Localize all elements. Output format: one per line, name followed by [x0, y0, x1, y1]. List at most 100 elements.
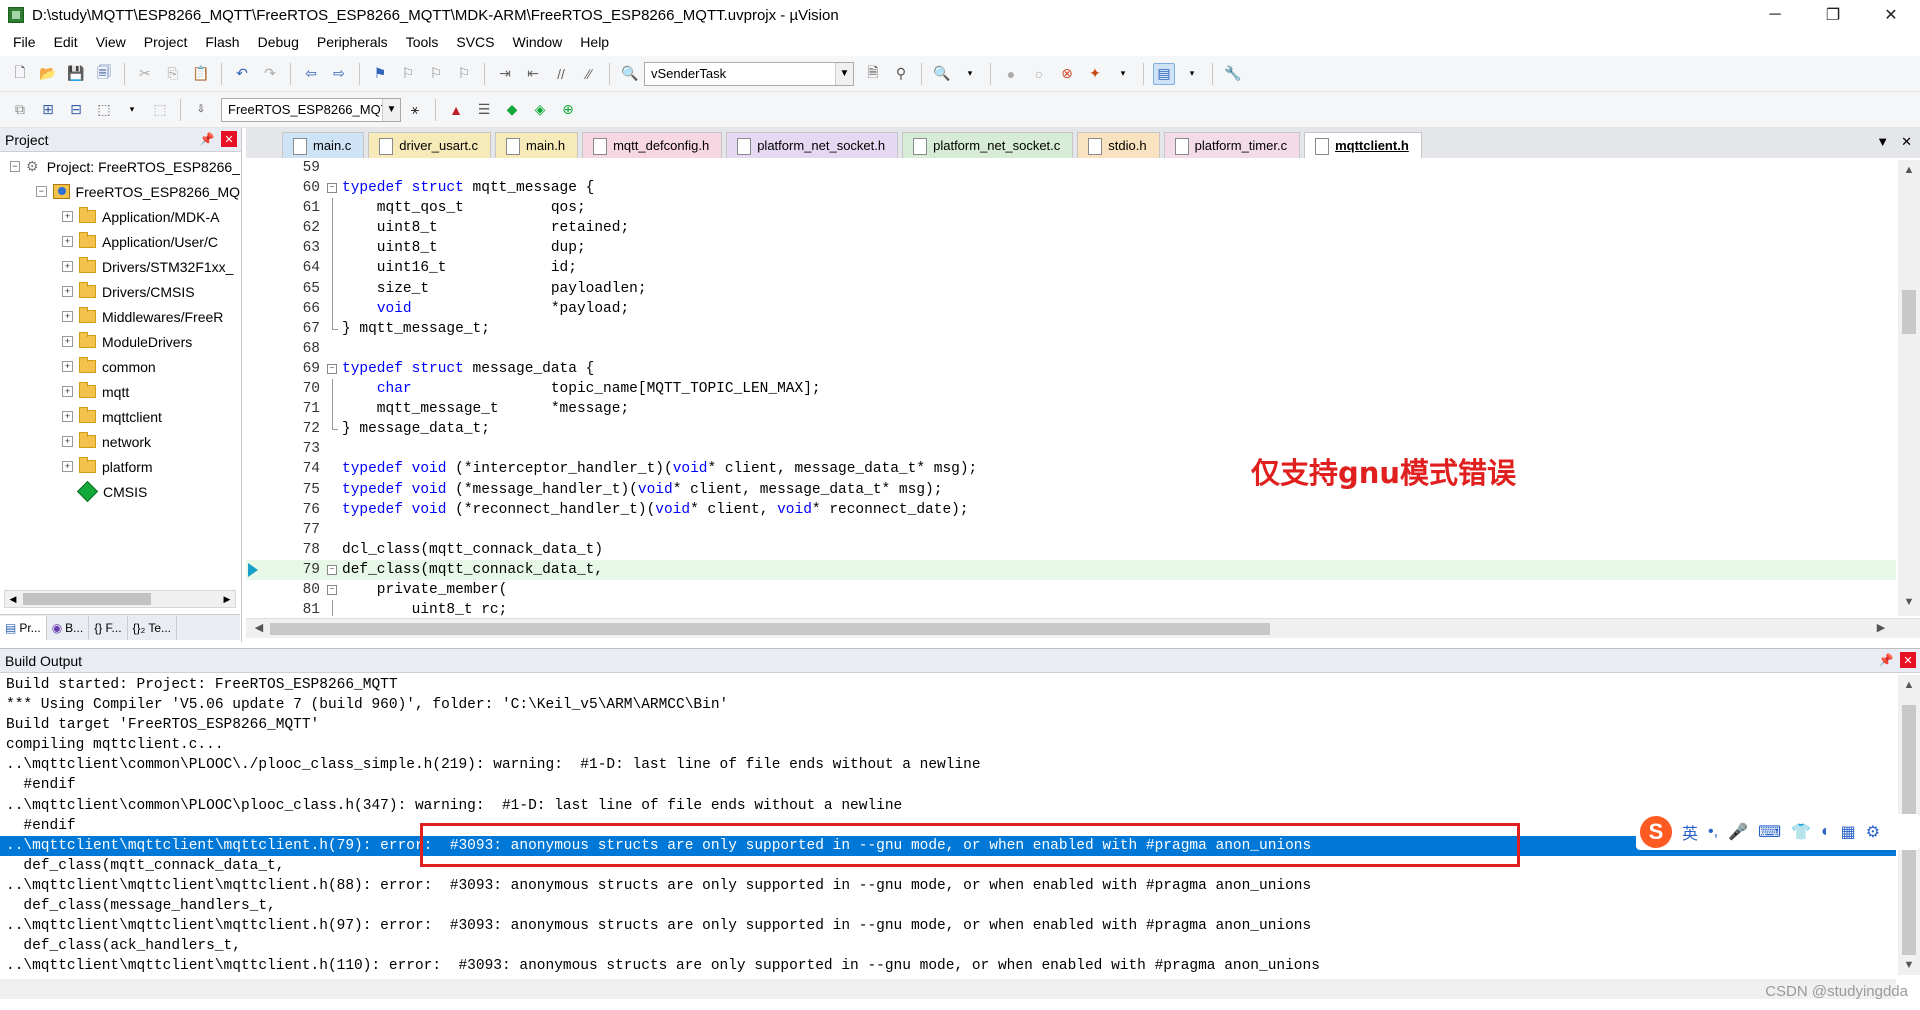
fold-collapse-icon[interactable]: −: [327, 363, 337, 374]
build-output-line[interactable]: ..\mqttclient\common\PLOOC\plooc_class.h…: [0, 796, 1896, 816]
tree-group[interactable]: + platform: [0, 454, 240, 479]
tab-main-c[interactable]: main.c: [282, 132, 365, 158]
menu-edit[interactable]: Edit: [45, 30, 87, 54]
tree-group[interactable]: + common: [0, 354, 240, 379]
search-document-icon[interactable]: 🗎: [862, 63, 884, 85]
cut-icon[interactable]: ✂: [134, 63, 156, 85]
build-output-line[interactable]: compiling mqttclient.c...: [0, 735, 1896, 755]
restore-button[interactable]: ❐: [1804, 0, 1862, 30]
tab-books[interactable]: ◉ B...: [47, 615, 90, 640]
build-output-line[interactable]: def_class(mqtt_connack_data_t,: [0, 856, 1896, 876]
uncomment-icon[interactable]: ∕∕: [578, 63, 600, 85]
tab-platform-timer-c[interactable]: platform_timer.c: [1163, 132, 1301, 158]
tab-project[interactable]: ▤ Pr...: [0, 615, 47, 640]
build-output-line[interactable]: *** Using Compiler 'V5.06 update 7 (buil…: [0, 695, 1896, 715]
tree-group[interactable]: + mqtt: [0, 379, 240, 404]
code-line[interactable]: 80− private_member(: [246, 580, 1896, 600]
clear-bookmarks-icon[interactable]: ⚐: [453, 63, 475, 85]
build-output-log[interactable]: Build started: Project: FreeRTOS_ESP8266…: [0, 675, 1896, 975]
scroll-up-icon[interactable]: ▲: [1898, 679, 1920, 691]
pin-icon[interactable]: 📌: [199, 131, 215, 147]
rebuild-icon[interactable]: ⊟: [65, 99, 87, 121]
menu-help[interactable]: Help: [571, 30, 618, 54]
open-file-icon[interactable]: 📂: [37, 63, 59, 85]
build-horizontal-scrollbar[interactable]: [0, 979, 1896, 999]
ime-game-icon[interactable]: ◐: [1821, 823, 1831, 841]
tree-project-root[interactable]: − ⚙ Project: FreeRTOS_ESP8266_: [0, 154, 240, 179]
sogou-ime-icon[interactable]: S: [1640, 816, 1672, 848]
pin-icon[interactable]: 📌: [1878, 652, 1894, 668]
next-bookmark-icon[interactable]: ⚐: [425, 63, 447, 85]
tree-group[interactable]: + Middlewares/FreeR: [0, 304, 240, 329]
undo-icon[interactable]: ↶: [231, 63, 253, 85]
find-in-files-icon[interactable]: 🔍: [619, 63, 641, 85]
translate-icon[interactable]: ⧉: [9, 99, 31, 121]
editor-vertical-scrollbar[interactable]: ▲ ▼: [1898, 160, 1920, 616]
dropdown-icon[interactable]: ▾: [959, 63, 981, 85]
ime-toolbox-icon[interactable]: ▦: [1841, 822, 1856, 842]
tree-group[interactable]: + Application/User/C: [0, 229, 240, 254]
bookmark-icon[interactable]: ⚑: [369, 63, 391, 85]
tree-group[interactable]: + Drivers/STM32F1xx_: [0, 254, 240, 279]
code-line[interactable]: 70 char topic_name[MQTT_TOPIC_LEN_MAX];: [246, 379, 1896, 400]
build-output-line[interactable]: ..\mqttclient\mqttclient\mqttclient.h(79…: [0, 835, 1896, 856]
file-extensions-icon[interactable]: ☰: [473, 99, 495, 121]
expand-icon[interactable]: +: [62, 436, 73, 447]
build-output-line[interactable]: Build started: Project: FreeRTOS_ESP8266…: [0, 675, 1896, 695]
manage-components-icon[interactable]: ▲: [445, 99, 467, 121]
tab-platform-net-socket-h[interactable]: platform_net_socket.h: [726, 132, 899, 158]
close-icon[interactable]: ✕: [1900, 652, 1916, 668]
code-line[interactable]: 74 typedef void (*interceptor_handler_t)(…: [246, 459, 1896, 479]
code-line[interactable]: 77: [246, 520, 1896, 540]
comment-icon[interactable]: //: [550, 63, 572, 85]
debug-session-icon[interactable]: 🔍: [931, 63, 953, 85]
menu-file[interactable]: File: [4, 30, 45, 54]
save-all-icon[interactable]: 🗐: [93, 63, 115, 85]
code-line[interactable]: 64 uint16_t id;: [246, 258, 1896, 279]
fold-collapse-icon[interactable]: −: [327, 183, 337, 194]
build-output-line[interactable]: def_class(message_handlers_t,: [0, 896, 1896, 916]
close-editor-icon[interactable]: ✕: [1901, 134, 1912, 150]
ime-settings-icon[interactable]: ⚙: [1866, 822, 1880, 842]
task-combo[interactable]: vSenderTask ▼: [644, 61, 854, 86]
code-line[interactable]: 73: [246, 439, 1896, 459]
close-button[interactable]: ✕: [1862, 0, 1920, 30]
code-line[interactable]: 66 void *payload;: [246, 298, 1896, 319]
menu-peripherals[interactable]: Peripherals: [308, 30, 397, 54]
navigate-forward-icon[interactable]: ⇨: [328, 63, 350, 85]
dropdown-icon[interactable]: ▾: [1181, 63, 1203, 85]
tab-stdio-h[interactable]: stdio.h: [1077, 132, 1160, 158]
tab-main-h[interactable]: main.h: [495, 132, 579, 158]
code-line[interactable]: 76 typedef void (*reconnect_handler_t)(vo…: [246, 500, 1896, 520]
tree-group[interactable]: + Drivers/CMSIS: [0, 279, 240, 304]
expand-icon[interactable]: +: [62, 461, 73, 472]
code-line[interactable]: 81 uint8_t rc;: [246, 600, 1896, 616]
code-line[interactable]: 68: [246, 339, 1896, 359]
tree-horizontal-scrollbar[interactable]: ◀ ▶: [4, 590, 236, 608]
target-combo[interactable]: FreeRTOS_ESP8266_MQT ▼: [221, 97, 401, 122]
stop-build-icon[interactable]: ⬚: [149, 99, 171, 121]
code-line[interactable]: 63 uint8_t dup;: [246, 238, 1896, 259]
expand-icon[interactable]: +: [62, 236, 73, 247]
runtime-env-icon[interactable]: ⊕: [557, 99, 579, 121]
build-output-line[interactable]: def_class(ack_handlers_t,: [0, 936, 1896, 956]
build-output-line[interactable]: ..\mqttclient\common\PLOOC\./plooc_class…: [0, 755, 1896, 775]
target-options-icon[interactable]: ⚹: [404, 99, 426, 121]
tree-group[interactable]: + mqttclient: [0, 404, 240, 429]
load-icon[interactable]: ⇩: [190, 99, 212, 121]
scroll-down-icon[interactable]: ▼: [1898, 959, 1920, 971]
window-layout-icon[interactable]: ▤: [1153, 62, 1175, 85]
build-icon[interactable]: ⊞: [37, 99, 59, 121]
scroll-up-icon[interactable]: ▲: [1898, 164, 1920, 180]
navigate-back-icon[interactable]: ⇦: [300, 63, 322, 85]
tab-mqtt-defconfig-h[interactable]: mqtt_defconfig.h: [582, 132, 723, 158]
code-line[interactable]: 61 mqtt_qos_t qos;: [246, 198, 1896, 219]
code-area[interactable]: 59 60− typedef struct mqtt_message {61 mqt…: [246, 158, 1896, 616]
ime-skin-icon[interactable]: 👕: [1791, 822, 1811, 842]
collapse-icon[interactable]: −: [10, 161, 20, 172]
code-line[interactable]: 72} message_data_t;: [246, 419, 1896, 439]
expand-icon[interactable]: +: [62, 411, 73, 422]
ime-voice-icon[interactable]: 🎤: [1728, 822, 1748, 842]
chevron-down-icon[interactable]: ▼: [835, 62, 853, 85]
fold-collapse-icon[interactable]: −: [327, 564, 337, 575]
